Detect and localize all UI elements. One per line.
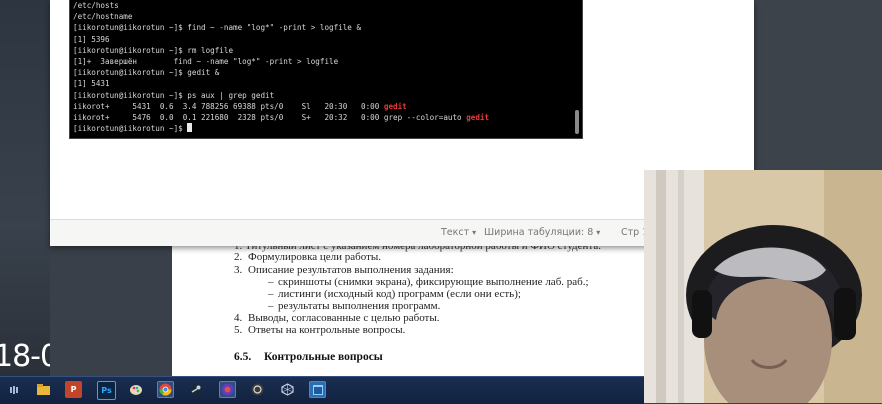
doc-list-item: 5. Ответы на контрольные вопросы. [234,324,405,336]
terminal-ps-row: iikorot+ 5431 0.6 3.4 788256 69388 pts/0… [73,101,489,112]
photoshop-icon[interactable]: Ps [97,381,116,400]
doc-bullet-dash: – [268,276,274,288]
vm-window-icon[interactable] [309,381,326,398]
paint-icon[interactable] [127,381,144,398]
doc-sublist-item: – листинги (исходный код) программ (если … [268,288,521,300]
grep-match: gedit [466,112,490,122]
discord-icon[interactable] [249,381,266,398]
ps-row-text: iikorot+ 5431 0.6 3.4 788256 69388 pts/0… [73,101,384,111]
chrome-icon[interactable] [157,381,174,398]
doc-sublist-item: – результаты выполнения программ. [268,300,440,312]
tab-width-selector[interactable]: Ширина табуляции: 8 ▾ [484,227,600,238]
webcam-image [644,170,882,403]
ps-row-text: iikorot+ 5476 0.0 0.1 221680 2328 pts/0 … [73,112,467,122]
terminal-window[interactable]: /etc/hosts /etc/hostname [iikorotun@iiko… [70,0,582,138]
doc-item-text: Выводы, согласованные с целью работы. [248,312,440,324]
terminal-line: [1]+ Завершён find ~ -name "log*" -print… [73,56,339,66]
doc-viewer-sidebar [50,246,172,378]
terminal-cursor [187,123,193,133]
doc-item-text: Ответы на контрольные вопросы. [248,324,406,336]
text-mode-label: Текст [441,227,470,238]
doc-bullet-dash: – [268,300,274,312]
terminal-line: [1] 5396 [73,34,110,44]
doc-subitem-text: листинги (исходный код) программ (если о… [278,288,521,300]
doc-item-number: 4. [234,312,243,324]
doc-item-text: Описание результатов выполнения задания: [248,264,454,276]
doc-section-heading: 6.5. Контрольные вопросы [234,351,383,363]
terminal-line: [iikorotun@iikorotun ~]$ gedit & [73,68,220,78]
terminal-ps-row: iikorot+ 5476 0.0 0.1 221680 2328 pts/0 … [73,112,489,123]
terminal-output: /etc/hosts /etc/hostname [iikorotun@iiko… [73,0,489,134]
webcam-overlay [644,170,882,403]
doc-list-item: 2. Формулировка цели работы. [234,251,381,263]
terminal-prompt-line[interactable]: [iikorotun@iikorotun ~]$ [73,123,489,134]
doc-subitem-text: результаты выполнения программ. [278,300,441,312]
terminal-line: [iikorotun@iikorotun ~]$ rm logfile [73,45,234,55]
doc-heading-text: Контрольные вопросы [264,351,383,363]
chevron-down-icon: ▾ [596,228,601,237]
taskbar: P Ps [0,376,644,404]
terminal-line: [1] 5431 [73,79,110,89]
grep-match: gedit [383,101,407,111]
doc-item-number: 3. [234,264,243,276]
powerpoint-icon[interactable]: P [65,381,82,398]
desktop-background-right [754,0,882,170]
terminal-line: [iikorotun@iikorotun ~]$ find ~ -name "l… [73,23,362,33]
terminal-scrollbar[interactable] [575,110,579,134]
doc-list-item: 3. Описание результатов выполнения задани… [234,264,454,276]
desktop-background [0,0,50,378]
task-view-icon[interactable] [5,381,22,398]
file-manager-icon[interactable] [35,381,52,398]
doc-sublist-item: – скриншоты (снимки экрана), фиксирующие … [268,276,589,288]
terminal-prompt: [iikorotun@iikorotun ~]$ [73,124,188,134]
doc-item-text: Формулировка цели работы. [248,251,382,263]
doc-item-number: 5. [234,324,243,336]
terminal-line: /etc/hosts [73,1,119,10]
doc-bullet-dash: – [268,288,274,300]
doc-item-number: 2. [234,251,243,263]
doc-list-item: 4. Выводы, согласованные с целью работы. [234,312,440,324]
document-viewer[interactable]: 1. Титульный лист с указанием номера лаб… [172,236,644,378]
text-mode-selector[interactable]: Текст ▾ [441,227,476,238]
chevron-down-icon: ▾ [472,228,477,237]
doc-subitem-text: скриншоты (снимки экрана), фиксирующие в… [278,276,589,288]
obs-icon[interactable] [279,381,296,398]
doc-heading-number: 6.5. [234,351,252,363]
tab-width-label: Ширина табуляции: 8 [484,227,594,238]
steam-icon[interactable] [188,381,205,398]
terminal-line: /etc/hostname [73,12,133,22]
terminal-line: [iikorotun@iikorotun ~]$ ps aux | grep g… [73,90,275,100]
browser-icon[interactable] [219,381,236,398]
